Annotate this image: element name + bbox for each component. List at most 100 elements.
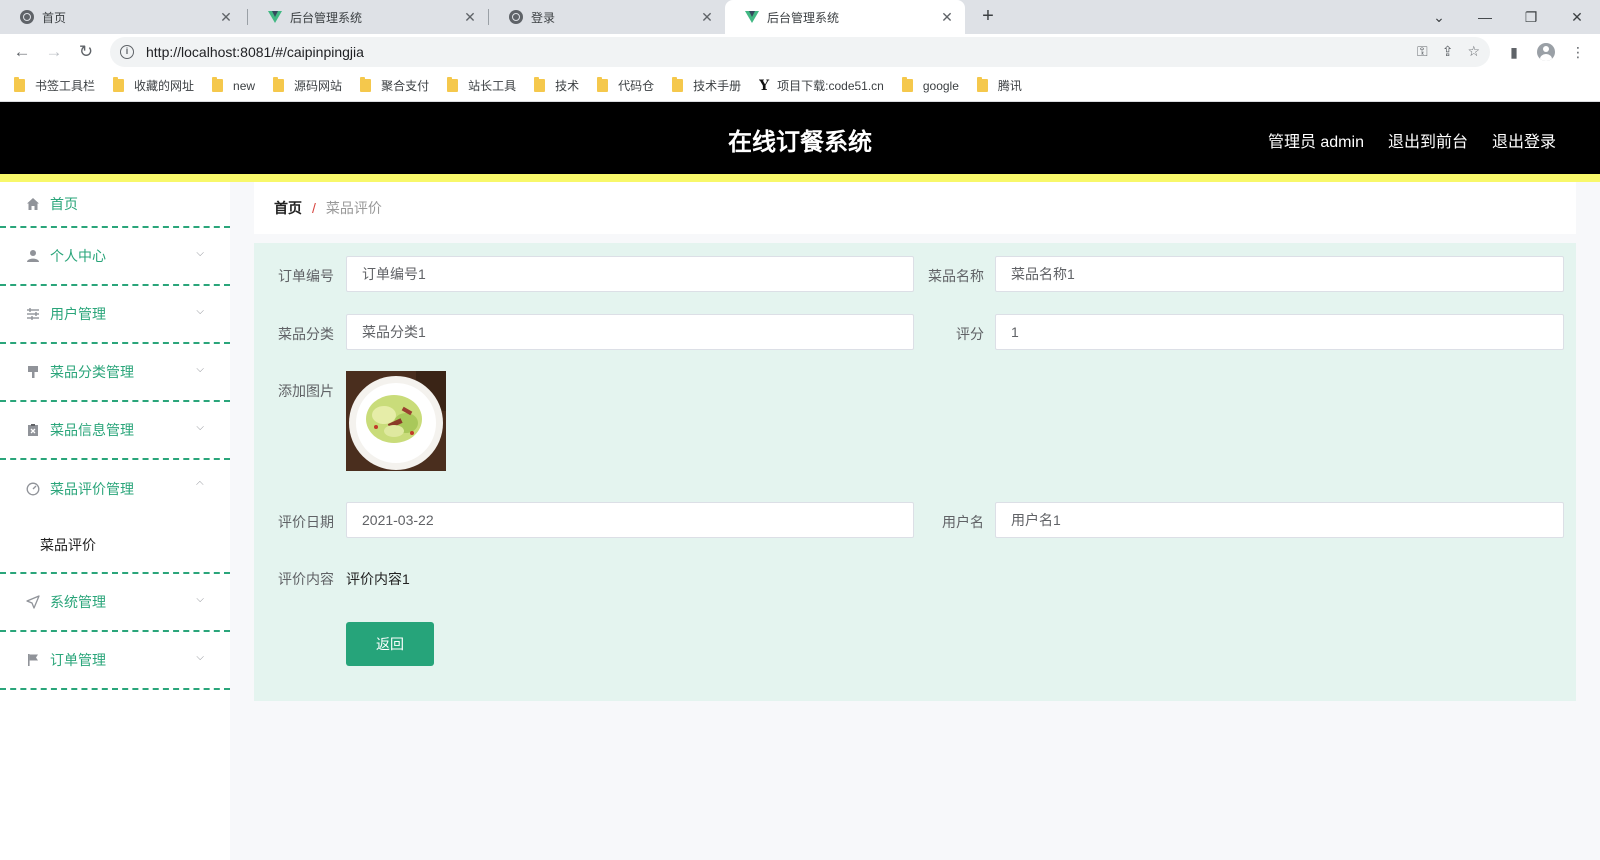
close-icon[interactable]: ✕ — [462, 9, 478, 25]
key-icon[interactable]: ⚿ — [1417, 43, 1428, 60]
sidebar-item-dish-category[interactable]: 菜品分类管理 ⌵ — [0, 344, 230, 402]
minimize-button[interactable]: — — [1462, 0, 1508, 34]
restore-button[interactable]: ❐ — [1508, 0, 1554, 34]
sidebar-item-profile[interactable]: 个人中心 ⌵ — [0, 228, 230, 286]
chevron-down-icon: ⌵ — [196, 594, 204, 605]
sidebar-item-home[interactable]: 首页 — [0, 182, 230, 228]
tab-admin-1[interactable]: 后台管理系统 ✕ — [248, 0, 488, 34]
send-icon — [24, 593, 42, 611]
folder-icon — [901, 77, 913, 92]
admin-user-label: 管理员 admin — [1267, 134, 1364, 151]
profile-icon[interactable] — [1536, 42, 1556, 62]
breadcrumb: 首页 / 菜品评价 — [254, 182, 1576, 234]
browser-tab-bar: 首页 ✕ 后台管理系统 ✕ 登录 ✕ 后台管理系统 ✕ + ⌄ — ❐ ✕ — [0, 0, 1600, 34]
more-menu-icon[interactable]: ⋮ — [1568, 42, 1588, 62]
bookmark-item[interactable]: 源码网站 — [273, 77, 342, 94]
user-icon — [24, 247, 42, 265]
info-icon[interactable]: i — [120, 45, 134, 59]
window-close-button[interactable]: ✕ — [1554, 0, 1600, 34]
close-icon[interactable]: ✕ — [699, 9, 715, 25]
review-date-field[interactable]: 2021-03-22 — [346, 502, 914, 538]
home-icon — [24, 195, 42, 213]
bookmark-item[interactable]: 腾讯 — [976, 77, 1022, 94]
address-bar-row: ← → ↻ i http://localhost:8081/#/caipinpi… — [0, 34, 1600, 70]
bookmark-item[interactable]: 站长工具 — [447, 77, 516, 94]
detail-form: 订单编号 订单编号1 菜品名称 菜品名称1 菜品分类 菜品分类1 评分 1 添加… — [254, 243, 1576, 701]
sidebar-item-system[interactable]: 系统管理 ⌵ — [0, 574, 230, 632]
y-logo-icon: Y — [759, 77, 770, 94]
tab-login[interactable]: 登录 ✕ — [489, 0, 725, 34]
reload-icon[interactable]: ↻ — [74, 40, 98, 64]
omnibox[interactable]: i http://localhost:8081/#/caipinpingjia … — [110, 37, 1490, 67]
bookmark-item[interactable]: 书签工具栏 — [14, 77, 95, 94]
review-content-value: 评价内容1 — [346, 571, 410, 587]
share-icon[interactable]: ⇪ — [1442, 43, 1454, 60]
bookmark-item[interactable]: 收藏的网址 — [113, 77, 194, 94]
side-panel-icon[interactable]: ▮ — [1504, 42, 1524, 62]
bookmark-item[interactable]: 聚合支付 — [360, 77, 429, 94]
sidebar-item-orders[interactable]: 订单管理 ⌵ — [0, 632, 230, 690]
tab-title: 首页 — [42, 10, 67, 25]
brush-icon — [24, 363, 42, 381]
bookmark-item[interactable]: 技术 — [534, 77, 579, 94]
folder-icon — [447, 77, 459, 92]
star-icon[interactable]: ☆ — [1467, 43, 1480, 60]
close-icon[interactable]: ✕ — [218, 9, 234, 25]
folder-icon — [672, 77, 684, 92]
username-label: 用户名 — [942, 514, 984, 530]
back-button[interactable]: 返回 — [346, 622, 434, 666]
bookmark-item[interactable]: google — [901, 77, 959, 93]
dish-image[interactable] — [346, 371, 446, 471]
sidebar-item-label: 系统管理 — [50, 594, 106, 610]
globe-icon — [20, 10, 34, 24]
order-no-field[interactable]: 订单编号1 — [346, 256, 914, 292]
close-icon[interactable]: ✕ — [939, 9, 955, 25]
chevron-down-icon: ⌵ — [196, 422, 204, 433]
vue-logo-icon — [268, 11, 282, 23]
bookmark-item[interactable]: new — [212, 77, 255, 93]
back-arrow-icon[interactable]: ← — [10, 40, 34, 64]
globe-icon — [509, 10, 523, 24]
header-accent-strip — [0, 174, 1600, 182]
app-header: 在线订餐系统 管理员 admin 退出到前台 退出登录 — [0, 102, 1600, 174]
sidebar-item-dish-review[interactable]: 菜品评价管理 ⌵ — [0, 460, 230, 518]
sidebar-item-dish-info[interactable]: 菜品信息管理 ⌵ — [0, 402, 230, 460]
sidebar-item-label: 用户管理 — [50, 306, 106, 322]
username-field[interactable]: 用户名1 — [995, 502, 1564, 538]
score-label: 评分 — [956, 326, 984, 342]
order-no-label: 订单编号 — [278, 268, 334, 284]
tab-admin-active[interactable]: 后台管理系统 ✕ — [725, 0, 965, 34]
sidebar-item-users[interactable]: 用户管理 ⌵ — [0, 286, 230, 344]
tab-title: 后台管理系统 — [290, 10, 363, 25]
tab-home[interactable]: 首页 ✕ — [0, 0, 244, 34]
gauge-icon — [24, 480, 42, 498]
sidebar: 首页 个人中心 ⌵ 用户管理 ⌵ 菜品分类管理 ⌵ 菜品信息管理 ⌵ 菜品评价管… — [0, 182, 230, 860]
sidebar-item-label: 首页 — [50, 196, 78, 212]
bookmark-item[interactable]: 技术手册 — [672, 77, 741, 94]
logout-link[interactable]: 退出登录 — [1492, 128, 1556, 152]
score-field[interactable]: 1 — [995, 314, 1564, 350]
clipboard-icon — [24, 421, 42, 439]
dish-name-field[interactable]: 菜品名称1 — [995, 256, 1564, 292]
chevron-down-icon: ⌵ — [196, 652, 204, 663]
breadcrumb-separator: / — [312, 200, 316, 216]
bookmark-item[interactable]: 代码仓 — [597, 77, 654, 94]
sliders-icon — [24, 305, 42, 323]
sidebar-item-label: 个人中心 — [50, 248, 106, 264]
sidebar-item-label: 菜品信息管理 — [50, 422, 134, 438]
submenu-item-dish-review[interactable]: 菜品评价 — [0, 518, 230, 574]
to-front-link[interactable]: 退出到前台 — [1388, 128, 1468, 152]
bookmark-item[interactable]: Y 项目下载:code51.cn — [759, 77, 884, 94]
omnibox-actions: ⚿ ⇪ ☆ — [1417, 43, 1480, 60]
folder-icon — [597, 77, 609, 92]
chevron-down-icon: ⌵ — [196, 306, 204, 317]
forward-arrow-icon[interactable]: → — [42, 40, 66, 64]
folder-icon — [273, 77, 285, 92]
folder-icon — [113, 77, 125, 92]
dish-category-field[interactable]: 菜品分类1 — [346, 314, 914, 350]
breadcrumb-home[interactable]: 首页 — [274, 198, 302, 218]
review-content-label: 评价内容 — [278, 571, 334, 587]
tab-search-icon[interactable]: ⌄ — [1416, 0, 1462, 34]
new-tab-button[interactable]: + — [976, 5, 1000, 29]
flag-icon — [24, 651, 42, 669]
